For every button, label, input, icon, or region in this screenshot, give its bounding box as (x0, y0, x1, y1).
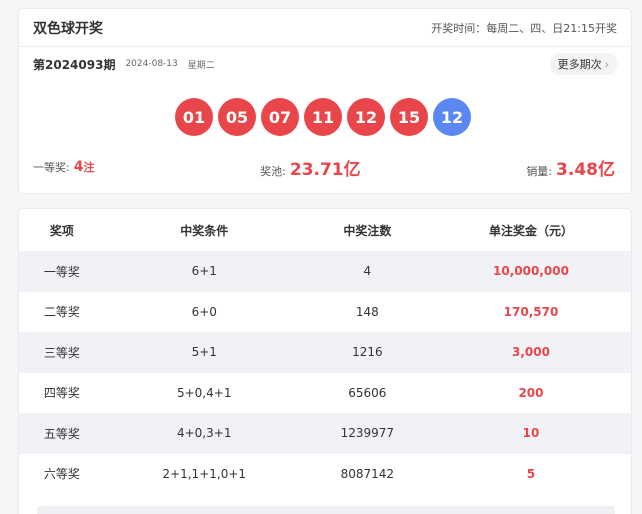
prize-condition: 6+1 (191, 264, 217, 279)
prize-condition: 4+0,3+1 (176, 426, 232, 441)
red-ball: 12 (347, 98, 385, 136)
red-ball: 11 (304, 98, 342, 136)
page-title: 双色球开奖 (33, 20, 103, 37)
table-row: 二等奖 6+0 148 170,570 (19, 292, 631, 333)
draw-date: 2024-08-13 (125, 59, 178, 69)
pool-stat: 奖池: 23.71亿 (260, 155, 361, 180)
column-header: 奖项 (49, 223, 74, 238)
prize-level: 六等奖 (43, 467, 80, 482)
red-ball: 07 (261, 98, 299, 136)
red-ball: 05 (218, 98, 256, 136)
prize-condition: 2+1,1+1,0+1 (162, 466, 247, 481)
table-header-row: 奖项 中奖条件 中奖注数 单注奖金（元） (19, 209, 631, 251)
winner-count: 1216 (352, 345, 383, 360)
sales-stat: 销量: 3.48亿 (526, 155, 615, 180)
table-footer-bar (37, 506, 615, 514)
winner-count: 148 (355, 304, 379, 319)
issue-number: 第2024093期 (33, 57, 116, 72)
prize-amount: 10,000,000 (493, 264, 569, 279)
prize-amount: 3,000 (512, 345, 550, 360)
first-prize-stat: 一等奖: 4 注 (33, 159, 94, 175)
prize-level: 四等奖 (43, 386, 80, 401)
prize-level: 五等奖 (43, 426, 80, 441)
card-header: 双色球开奖 开奖时间：每周二、四、日21:15开奖 (19, 9, 631, 47)
winner-count: 65606 (348, 385, 387, 400)
pool-value: 23.71亿 (289, 159, 361, 180)
winner-count: 4 (363, 264, 372, 279)
sales-label: 销量: (526, 164, 553, 178)
sales-value: 3.48亿 (556, 159, 615, 180)
draw-result-card: 双色球开奖 开奖时间：每周二、四、日21:15开奖 第2024093期 2024… (18, 8, 632, 194)
prize-amount: 170,570 (503, 304, 559, 319)
prize-condition: 6+0 (191, 304, 217, 319)
prize-amount: 200 (518, 385, 544, 400)
prize-amount: 5 (526, 466, 536, 481)
prize-condition: 5+1 (191, 345, 217, 360)
first-prize-count: 4 (73, 159, 84, 175)
column-header: 单注奖金（元） (488, 223, 573, 238)
draw-schedule: 开奖时间：每周二、四、日21:15开奖 (431, 21, 617, 35)
table-row: 三等奖 5+1 1216 3,000 (19, 332, 631, 373)
red-ball: 15 (390, 98, 428, 136)
prize-condition: 5+0,4+1 (176, 385, 232, 400)
table-row: 五等奖 4+0,3+1 1239977 10 (19, 413, 631, 454)
winner-count: 8087142 (340, 466, 395, 481)
winner-count: 1239977 (340, 426, 395, 441)
column-header: 中奖注数 (343, 223, 392, 238)
winning-numbers: 01 05 07 11 12 15 12 (175, 98, 471, 136)
chevron-right-icon: › (604, 58, 609, 71)
prize-level: 一等奖 (43, 264, 80, 279)
issue-row: 第2024093期 2024-08-13 星期二 更多期次 › (19, 47, 631, 81)
prize-level: 二等奖 (43, 305, 80, 320)
more-issues-label: 更多期次 (557, 58, 602, 71)
red-ball: 01 (175, 98, 213, 136)
draw-weekday: 星期二 (187, 60, 215, 71)
first-prize-label: 一等奖: (33, 161, 70, 174)
prize-table: 奖项 中奖条件 中奖注数 单注奖金（元） 一等奖 6+1 4 10,000,00… (19, 209, 631, 494)
blue-ball: 12 (433, 98, 471, 136)
prize-table-card: 奖项 中奖条件 中奖注数 单注奖金（元） 一等奖 6+1 4 10,000,00… (18, 208, 632, 514)
more-issues-button[interactable]: 更多期次 › (549, 53, 617, 75)
first-prize-unit: 注 (83, 161, 95, 174)
draw-stats: 一等奖: 4 注 奖池: 23.71亿 销量: 3.48亿 (33, 155, 615, 180)
table-row: 一等奖 6+1 4 10,000,000 (19, 251, 631, 292)
prize-amount: 10 (522, 426, 540, 441)
table-row: 六等奖 2+1,1+1,0+1 8087142 5 (19, 454, 631, 495)
pool-label: 奖池: (260, 164, 286, 178)
column-header: 中奖条件 (180, 223, 229, 238)
prize-level: 三等奖 (43, 345, 80, 360)
table-row: 四等奖 5+0,4+1 65606 200 (19, 373, 631, 414)
